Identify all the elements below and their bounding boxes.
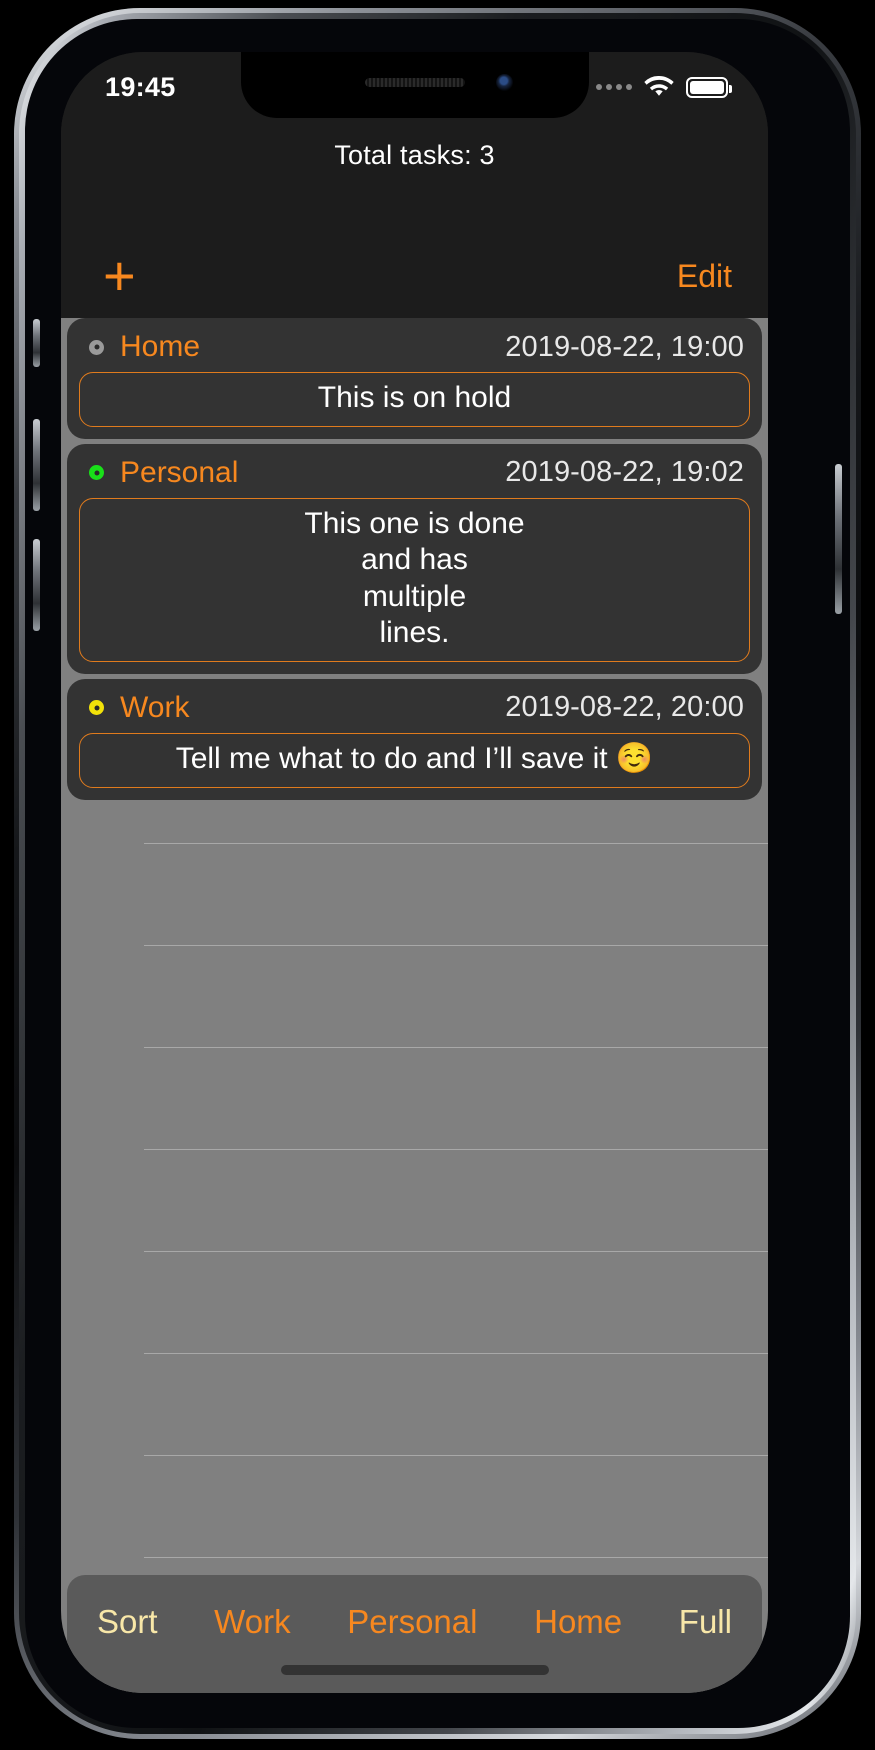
task-note-field[interactable]: This one is done and has multiple lines.	[79, 497, 750, 662]
list-separator	[144, 1149, 768, 1150]
task-header: Home 2019-08-22, 19:00	[79, 326, 750, 372]
task-header: Personal 2019-08-22, 19:02	[79, 452, 750, 498]
nav-buttons: + Edit	[61, 248, 768, 304]
cellular-dots-icon	[596, 84, 632, 90]
list-separator	[144, 1251, 768, 1252]
list-separator	[144, 945, 768, 946]
task-card[interactable]: Personal 2019-08-22, 19:02 This one is don…	[67, 443, 762, 674]
task-date-label: 2019-08-22, 20:00	[505, 691, 744, 724]
task-date-label: 2019-08-22, 19:02	[505, 456, 744, 489]
task-note-line: lines.	[379, 616, 450, 650]
task-note-line: multiple	[362, 579, 467, 613]
list-separator	[144, 1353, 768, 1354]
nav-header: Total tasks: 3 + Edit	[61, 118, 768, 318]
add-task-button[interactable]: +	[97, 248, 142, 304]
screenshot-stage: 19:45 Total tasks: 3 + Edit Home 2019-08…	[0, 0, 875, 1750]
power-button[interactable]	[835, 464, 842, 614]
tab-work[interactable]: Work	[214, 1603, 290, 1641]
volume-up-button[interactable]	[33, 419, 40, 511]
task-note-field[interactable]: This is on hold	[79, 372, 750, 427]
tab-sort[interactable]: Sort	[97, 1603, 158, 1641]
task-note-line: and has	[361, 543, 468, 577]
home-indicator[interactable]	[280, 1665, 549, 1675]
task-status-dot-icon[interactable]	[89, 339, 104, 355]
volume-down-button[interactable]	[33, 539, 40, 631]
task-note-field[interactable]: Tell me what to do and I’ll save it ☺️	[79, 732, 750, 788]
task-status-dot-icon[interactable]	[89, 700, 104, 716]
wifi-icon	[644, 76, 674, 96]
list-separator	[144, 1047, 768, 1048]
task-status-dot-icon[interactable]	[89, 465, 104, 481]
device-frame: 19:45 Total tasks: 3 + Edit Home 2019-08…	[14, 8, 861, 1739]
task-card[interactable]: Work 2019-08-22, 20:00 Tell me what to do …	[67, 678, 762, 800]
task-cards: Home 2019-08-22, 19:00 This is on hold Pers…	[61, 318, 768, 800]
task-date-label: 2019-08-22, 19:00	[505, 330, 744, 363]
device-body: 19:45 Total tasks: 3 + Edit Home 2019-08…	[25, 19, 850, 1728]
task-category-label: Personal	[120, 455, 239, 489]
task-category-label: Work	[120, 690, 190, 724]
edit-button[interactable]: Edit	[677, 258, 732, 295]
battery-full-icon	[686, 76, 732, 98]
task-note-line: Tell me what to do and I’ll save it ☺️	[175, 741, 654, 775]
tab-personal[interactable]: Personal	[347, 1603, 477, 1641]
tab-home[interactable]: Home	[534, 1603, 622, 1641]
list-separator	[144, 843, 768, 844]
task-category-label: Home	[120, 330, 201, 363]
notch	[240, 52, 589, 118]
task-list[interactable]: Home 2019-08-22, 19:00 This is on hold Pers…	[61, 318, 768, 1693]
front-camera-icon	[495, 74, 513, 91]
list-separator	[144, 1455, 768, 1456]
status-bar-clock: 19:45	[105, 71, 176, 102]
task-header: Work 2019-08-22, 20:00	[79, 687, 750, 733]
list-separator	[144, 1557, 768, 1558]
task-card[interactable]: Home 2019-08-22, 19:00 This is on hold	[67, 318, 762, 439]
status-bar-indicators	[596, 76, 732, 98]
silent-switch[interactable]	[33, 319, 40, 367]
task-note-line: This one is done	[304, 506, 525, 540]
bottom-tab-bar[interactable]: Sort Work Personal Home Full	[67, 1575, 762, 1693]
task-note-line: This is on hold	[317, 381, 512, 414]
phone-screen: 19:45 Total tasks: 3 + Edit Home 2019-08…	[61, 52, 768, 1693]
tab-full[interactable]: Full	[679, 1603, 732, 1641]
earpiece-speaker	[364, 78, 465, 87]
page-title: Total tasks: 3	[334, 140, 495, 170]
